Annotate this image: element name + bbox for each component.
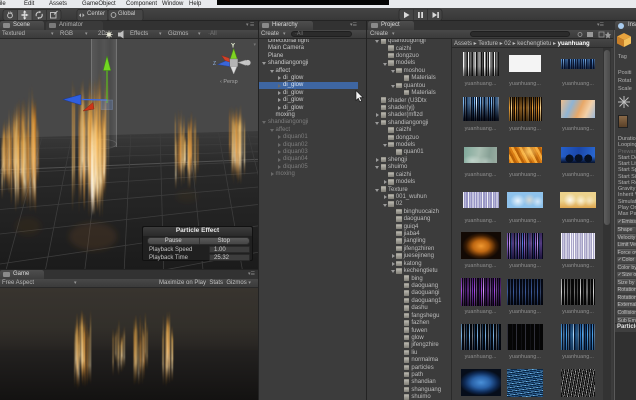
svg-text:Z: Z <box>213 61 216 67</box>
svg-text:Y: Y <box>231 43 235 49</box>
svg-text:‹ Persp: ‹ Persp <box>220 79 238 85</box>
